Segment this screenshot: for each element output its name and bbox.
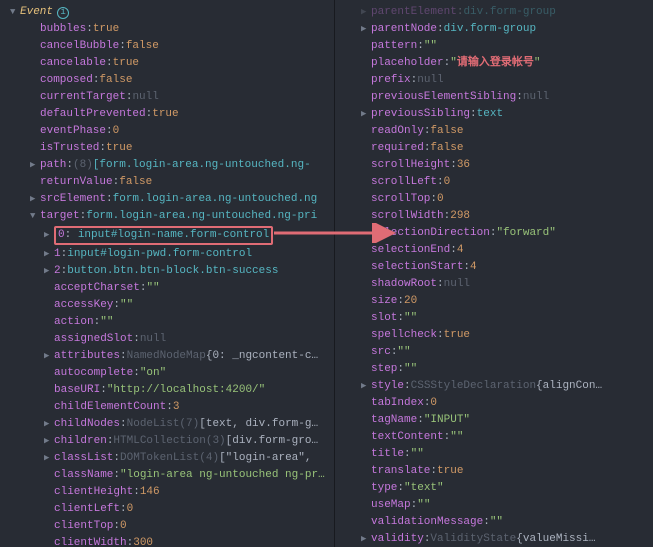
prop-clientHeight[interactable]: clientHeight: 146	[0, 484, 334, 501]
prop-bubbles[interactable]: bubbles: true	[0, 21, 334, 38]
prop-selectionEnd[interactable]: selectionEnd: 4	[335, 242, 653, 259]
chevron-right-icon[interactable]	[30, 158, 40, 173]
prop-useMap[interactable]: useMap: ""	[335, 497, 653, 514]
prop-isTrusted[interactable]: isTrusted: true	[0, 140, 334, 157]
chevron-right-icon[interactable]	[361, 379, 371, 394]
prop-classList[interactable]: classList: DOMTokenList(4) ["login-area"…	[0, 450, 334, 467]
prop-step[interactable]: step: ""	[335, 361, 653, 378]
prop-currentTarget[interactable]: currentTarget: null	[0, 89, 334, 106]
chevron-right-icon[interactable]	[44, 228, 54, 243]
prop-parentElement[interactable]: parentElement: div.form-group	[335, 4, 653, 21]
prop-cancelable[interactable]: cancelable: true	[0, 55, 334, 72]
prop-returnValue[interactable]: returnValue: false	[0, 174, 334, 191]
chevron-right-icon[interactable]	[361, 5, 371, 20]
prop-target[interactable]: target: form.login-area.ng-untouched.ng-…	[0, 208, 334, 225]
chevron-down-icon[interactable]	[30, 209, 40, 224]
placeholder-chinese-text: 请输入登录帐号	[457, 56, 534, 71]
devtools-panels: Event i bubbles: true cancelBubble: fals…	[0, 0, 653, 547]
chevron-right-icon[interactable]	[361, 107, 371, 122]
prop-scrollLeft[interactable]: scrollLeft: 0	[335, 174, 653, 191]
chevron-right-icon[interactable]	[44, 264, 54, 279]
prop-pattern[interactable]: pattern: ""	[335, 38, 653, 55]
prop-path[interactable]: path: (8) [form.login-area.ng-untouched.…	[0, 157, 334, 174]
chevron-right-icon[interactable]	[44, 451, 54, 466]
prop-scrollHeight[interactable]: scrollHeight: 36	[335, 157, 653, 174]
prop-type[interactable]: type: "text"	[335, 480, 653, 497]
prop-readOnly[interactable]: readOnly: false	[335, 123, 653, 140]
prop-autocomplete[interactable]: autocomplete: "on"	[0, 365, 334, 382]
prop-textContent[interactable]: textContent: ""	[335, 429, 653, 446]
chevron-right-icon[interactable]	[44, 434, 54, 449]
highlight-box: 0: input#login-name.form-control	[54, 226, 273, 245]
prop-cancelBubble[interactable]: cancelBubble: false	[0, 38, 334, 55]
prop-tabIndex[interactable]: tabIndex: 0	[335, 395, 653, 412]
target-child-1[interactable]: 1: input#login-pwd.form-control	[0, 246, 334, 263]
console-object-left: Event i bubbles: true cancelBubble: fals…	[0, 0, 335, 547]
prop-acceptCharset[interactable]: acceptCharset: ""	[0, 280, 334, 297]
prop-validationMessage[interactable]: validationMessage: ""	[335, 514, 653, 531]
prop-placeholder[interactable]: placeholder: "请输入登录帐号"	[335, 55, 653, 72]
expand-arrow-icon[interactable]	[10, 5, 20, 20]
prop-className[interactable]: className: "login-area ng-untouched ng-p…	[0, 467, 334, 484]
console-object-right: parentElement: div.form-groupparentNode:…	[335, 0, 653, 547]
prop-eventPhase[interactable]: eventPhase: 0	[0, 123, 334, 140]
prop-required[interactable]: required: false	[335, 140, 653, 157]
prop-children[interactable]: children: HTMLCollection(3) [div.form-gr…	[0, 433, 334, 450]
prop-translate[interactable]: translate: true	[335, 463, 653, 480]
prop-style[interactable]: style: CSSStyleDeclaration {alignCon…	[335, 378, 653, 395]
prop-scrollTop[interactable]: scrollTop: 0	[335, 191, 653, 208]
event-header[interactable]: Event i	[0, 4, 334, 21]
prop-childNodes[interactable]: childNodes: NodeList(7) [text, div.form-…	[0, 416, 334, 433]
prop-scrollWidth[interactable]: scrollWidth: 298	[335, 208, 653, 225]
prop-src[interactable]: src: ""	[335, 344, 653, 361]
target-child-2[interactable]: 2: button.btn.btn-block.btn-success	[0, 263, 334, 280]
chevron-right-icon[interactable]	[361, 22, 371, 37]
prop-size[interactable]: size: 20	[335, 293, 653, 310]
prop-baseURI[interactable]: baseURI: "http://localhost:4200/"	[0, 382, 334, 399]
prop-spellcheck[interactable]: spellcheck: true	[335, 327, 653, 344]
prop-accessKey[interactable]: accessKey: ""	[0, 297, 334, 314]
prop-clientWidth[interactable]: clientWidth: 300	[0, 535, 334, 547]
prop-tagName[interactable]: tagName: "INPUT"	[335, 412, 653, 429]
prop-previousElementSibling[interactable]: previousElementSibling: null	[335, 89, 653, 106]
prop-shadowRoot[interactable]: shadowRoot: null	[335, 276, 653, 293]
prop-assignedSlot[interactable]: assignedSlot: null	[0, 331, 334, 348]
prop-selectionDirection[interactable]: selectionDirection: "forward"	[335, 225, 653, 242]
chevron-right-icon[interactable]	[44, 247, 54, 262]
prop-prefix[interactable]: prefix: null	[335, 72, 653, 89]
prop-composed[interactable]: composed: false	[0, 72, 334, 89]
prop-previousSibling[interactable]: previousSibling: text	[335, 106, 653, 123]
prop-srcElement[interactable]: srcElement: form.login-area.ng-untouched…	[0, 191, 334, 208]
prop-validity[interactable]: validity: ValidityState {valueMissi…	[335, 531, 653, 547]
chevron-right-icon[interactable]	[44, 349, 54, 364]
chevron-right-icon[interactable]	[361, 532, 371, 547]
event-title: Event	[20, 5, 53, 20]
prop-clientTop[interactable]: clientTop: 0	[0, 518, 334, 535]
prop-defaultPrevented[interactable]: defaultPrevented: true	[0, 106, 334, 123]
info-icon[interactable]: i	[57, 7, 69, 19]
prop-title[interactable]: title: ""	[335, 446, 653, 463]
chevron-right-icon[interactable]	[30, 192, 40, 207]
prop-clientLeft[interactable]: clientLeft: 0	[0, 501, 334, 518]
prop-slot[interactable]: slot: ""	[335, 310, 653, 327]
prop-childElementCount[interactable]: childElementCount: 3	[0, 399, 334, 416]
prop-parentNode[interactable]: parentNode: div.form-group	[335, 21, 653, 38]
target-child-0[interactable]: 0: input#login-name.form-control	[0, 225, 334, 246]
chevron-right-icon[interactable]	[44, 417, 54, 432]
prop-action[interactable]: action: ""	[0, 314, 334, 331]
prop-attributes[interactable]: attributes: NamedNodeMap {0: _ngcontent-…	[0, 348, 334, 365]
prop-selectionStart[interactable]: selectionStart: 4	[335, 259, 653, 276]
